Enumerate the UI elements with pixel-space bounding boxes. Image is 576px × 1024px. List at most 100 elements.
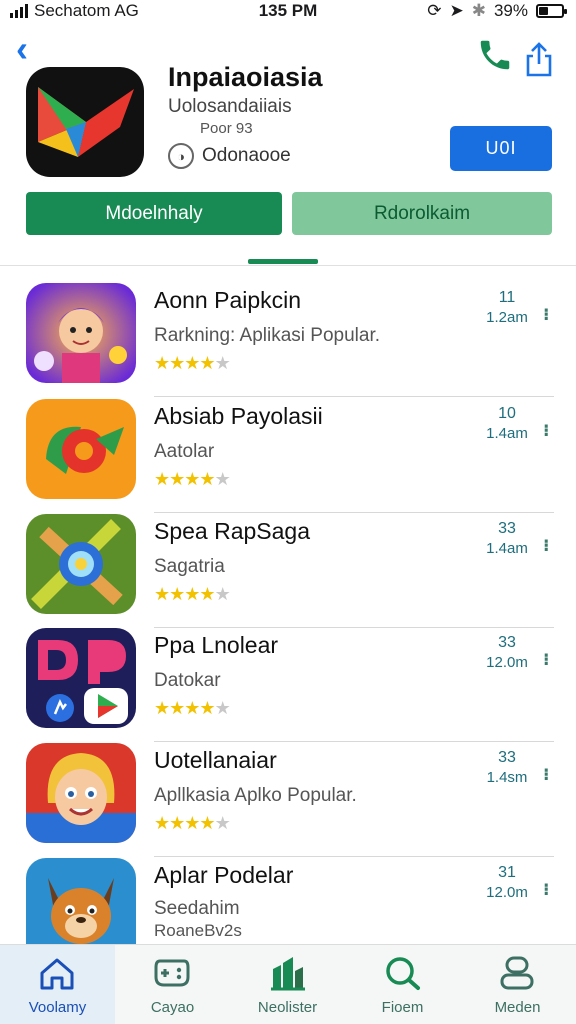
developer-name: Odonaooe [202, 145, 291, 166]
star-icon: ★ [214, 584, 231, 604]
star-icon: ★ [199, 469, 215, 489]
app-icon [26, 67, 144, 177]
app-name: Absiab Payolasii [154, 403, 323, 429]
home-icon [40, 958, 74, 990]
list-item[interactable]: Uotellanaiar Apllkasia Aplko Popular. ★★… [0, 743, 576, 857]
nav-label: Voolamy [28, 999, 87, 1016]
nav-item-games[interactable]: Cayao [115, 945, 230, 1024]
app-4-icon [26, 628, 136, 728]
divider [154, 856, 554, 857]
bottom-nav: Voolamy Cayao Neolister Fioem Meden [0, 944, 576, 1024]
star-icon: ★ [184, 353, 200, 373]
app-subtitle-secondary: RoaneBv2s [154, 921, 242, 940]
nav-item-search[interactable]: Fioem [345, 945, 460, 1024]
share-button[interactable] [524, 42, 554, 78]
more-icon[interactable]: ⁝ [543, 536, 549, 556]
nav-item-home[interactable]: Voolamy [0, 945, 115, 1024]
app-subtitle: Aatolar [154, 441, 215, 462]
more-icon[interactable]: ⁝ [543, 421, 549, 441]
app-name: Aplar Podelar [154, 862, 294, 888]
rating-stars: ★★★★★ [154, 698, 231, 719]
call-button[interactable] [476, 36, 514, 74]
share-icon [526, 42, 552, 77]
app-name: Spea RapSaga [154, 518, 311, 544]
star-icon: ★ [199, 698, 215, 718]
star-icon: ★ [214, 353, 231, 373]
app-subtitle: Seedahim [154, 898, 240, 919]
star-icon: ★ [154, 469, 170, 489]
app-rank: 33 [498, 749, 516, 766]
nav-item-profile[interactable]: Meden [460, 945, 575, 1024]
tab-primary[interactable]: Mdoelnhaly [26, 192, 282, 235]
app-size: 12.0m [486, 884, 528, 901]
app-2-icon [26, 399, 136, 499]
star-icon: ★ [169, 353, 185, 373]
nav-label: Cayao [150, 999, 195, 1016]
battery-percent: 39% [493, 1, 528, 20]
star-icon: ★ [169, 469, 185, 489]
play-logo-icon [38, 87, 134, 157]
get-button[interactable]: U0I [450, 126, 552, 171]
star-icon: ★ [169, 584, 185, 604]
list-item[interactable]: Aonn Paipkcin Rarkning: Aplikasi Popular… [0, 283, 576, 397]
more-icon[interactable]: ⁝ [543, 650, 549, 670]
rating-stars: ★★★★★ [154, 469, 231, 490]
star-icon: ★ [184, 698, 200, 718]
star-icon: ★ [184, 469, 200, 489]
more-icon[interactable]: ⁝ [543, 305, 549, 325]
rating-stars: ★★★★★ [154, 584, 231, 605]
chevron-left-icon: ‹ [16, 28, 28, 69]
star-icon: ★ [184, 584, 200, 604]
app-size: 1.4sm [486, 769, 528, 786]
app-meta: Poor 93 [200, 120, 253, 137]
app-rank: 11 [498, 289, 516, 306]
list-item[interactable]: Absiab Payolasii Aatolar ★★★★★ 10 1.4am … [0, 399, 576, 513]
star-icon: ★ [169, 698, 185, 718]
developer-icon: ◑ [168, 143, 194, 169]
tab-secondary[interactable]: Rdorolkaim [292, 192, 552, 235]
app-subtitle: Rarkning: Aplikasi Popular. [154, 325, 381, 346]
list-item[interactable]: Ppa Lnolear Datokar ★★★★★ 33 12.0m ⁝ [0, 628, 576, 742]
app-subtitle: Apllkasia Aplko Popular. [154, 785, 357, 806]
divider [154, 396, 554, 397]
app-name: Aonn Paipkcin [154, 287, 302, 313]
status-bar: Sechatom AG 135 PM ⟳ ➤ ✱ 39% [0, 0, 576, 22]
app-size: 1.4am [486, 425, 528, 442]
back-button[interactable]: ‹ [16, 31, 46, 68]
bluetooth-icon: ✱ [471, 1, 486, 20]
star-icon: ★ [214, 698, 231, 718]
nav-label: Fioem [381, 999, 424, 1016]
app-size: 1.4am [486, 540, 528, 557]
search-icon [386, 957, 420, 990]
location-icon: ➤ [449, 1, 464, 20]
more-icon[interactable]: ⁝ [543, 880, 549, 900]
star-icon: ★ [154, 813, 170, 833]
star-icon: ★ [154, 353, 170, 373]
app-rank: 10 [498, 405, 516, 422]
sync-icon: ⟳ [427, 1, 442, 20]
more-icon[interactable]: ⁝ [543, 765, 549, 785]
rating-stars: ★★★★★ [154, 353, 231, 374]
app-size: 12.0m [486, 654, 528, 671]
star-icon: ★ [169, 813, 185, 833]
star-icon: ★ [184, 813, 200, 833]
apps-icon [271, 957, 305, 991]
app-rank: 33 [498, 634, 516, 651]
star-icon: ★ [199, 813, 215, 833]
app-3-icon [26, 514, 136, 614]
app-title: Inpaiaoiasia [168, 62, 323, 92]
battery-icon [536, 4, 567, 18]
phone-icon [480, 40, 510, 70]
list-item[interactable]: Spea RapSaga Sagatria ★★★★★ 33 1.4am ⁝ [0, 514, 576, 628]
games-icon [154, 959, 190, 987]
app-5-icon [26, 743, 136, 843]
app-rank: 33 [498, 520, 516, 537]
app-1-icon [26, 283, 136, 383]
rating-stars: ★★★★★ [154, 813, 231, 834]
nav-item-apps[interactable]: Neolister [230, 945, 345, 1024]
star-icon: ★ [154, 698, 170, 718]
developer-link[interactable]: ◑ Odonaooe [168, 143, 291, 169]
app-6-icon [26, 858, 136, 944]
profile-icon [500, 956, 534, 990]
divider [154, 512, 554, 513]
